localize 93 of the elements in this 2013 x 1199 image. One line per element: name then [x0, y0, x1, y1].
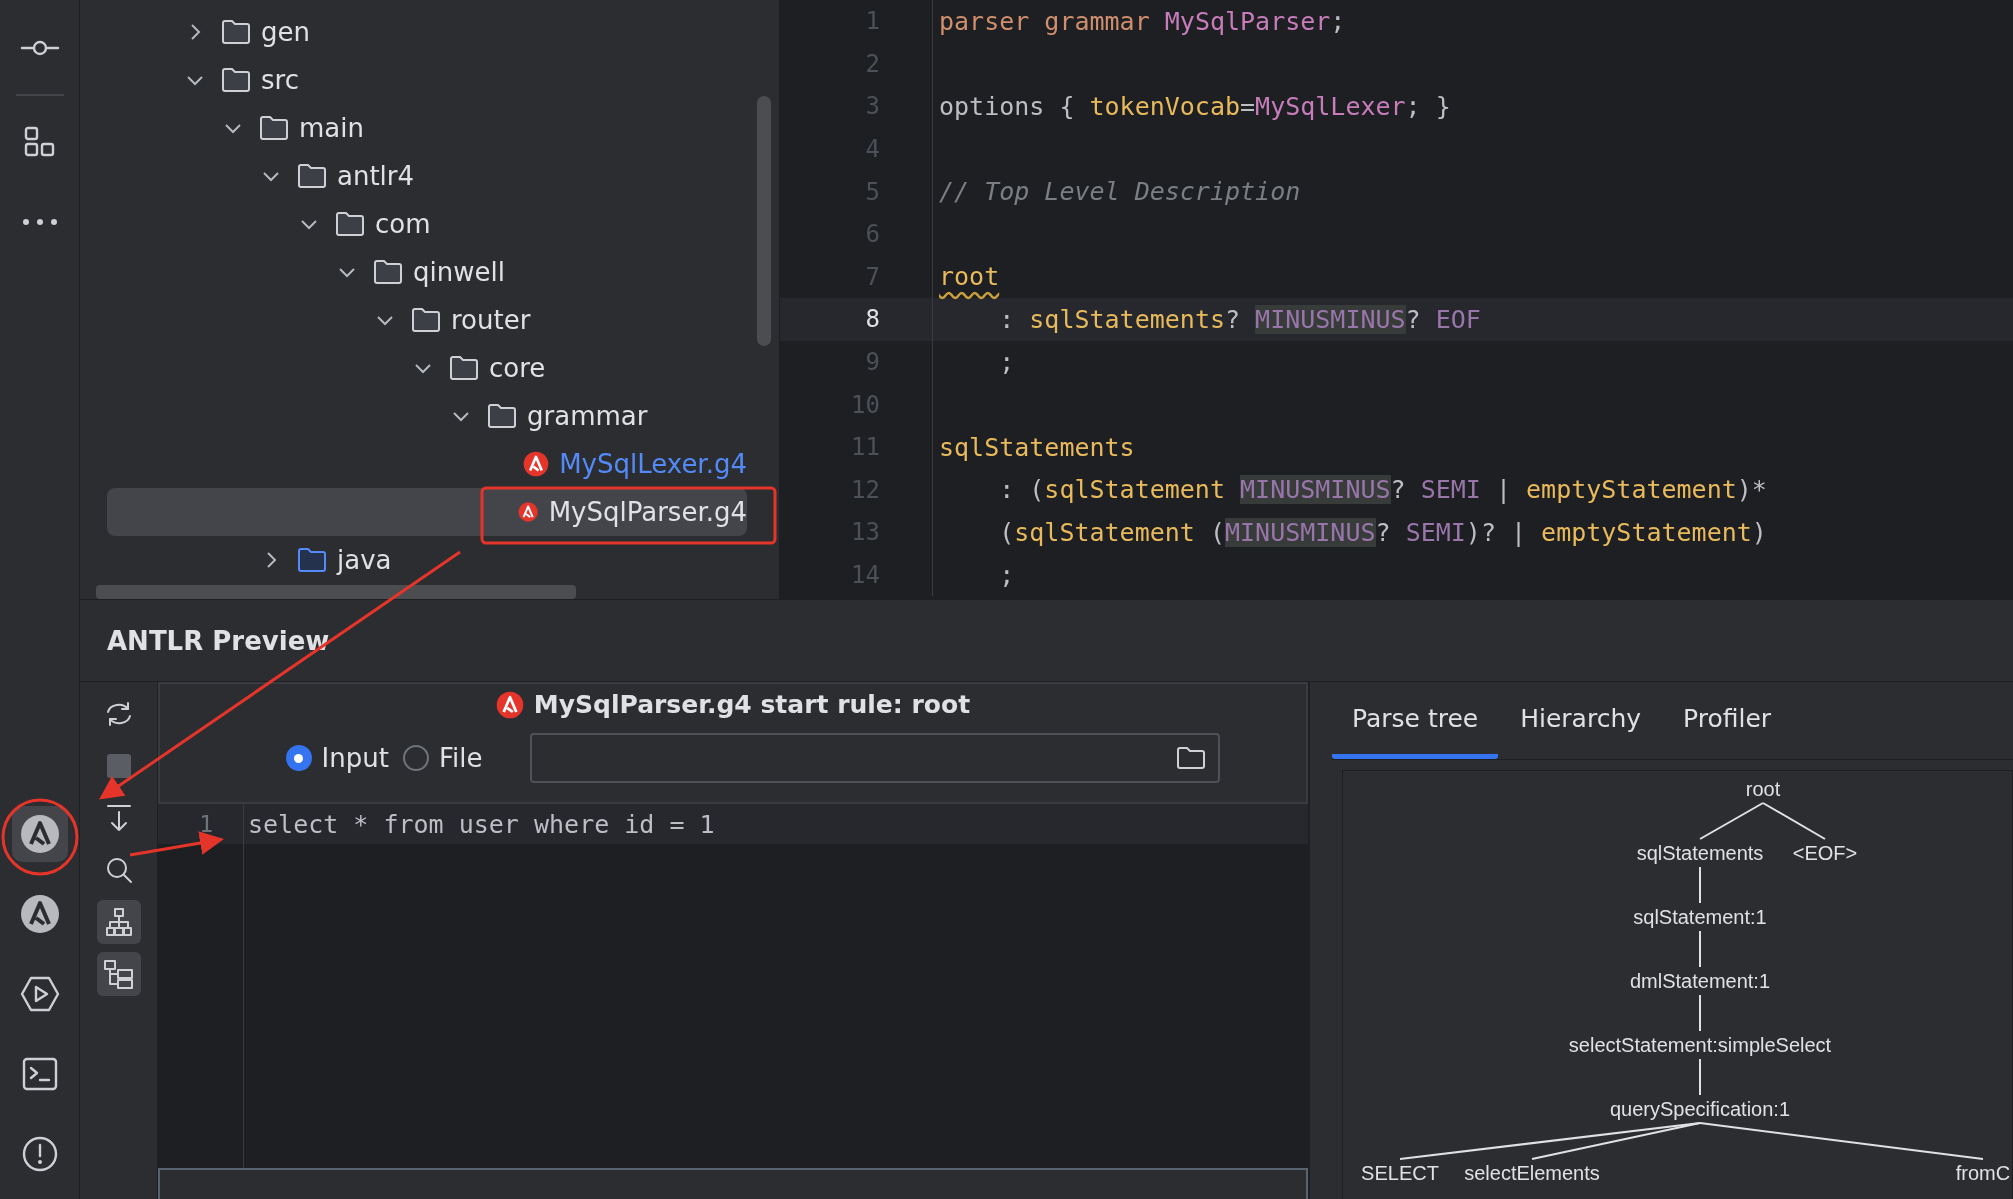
toolbar-button[interactable]	[96, 952, 141, 996]
folder-icon	[221, 67, 251, 93]
code-line: ;	[998, 560, 1015, 590]
tree-row[interactable]: antlr4	[107, 152, 747, 200]
terminal-icon	[21, 1057, 58, 1091]
code-line: : (sqlStatement MINUSMINUS? SEMI | emptyStatement)*	[998, 475, 1767, 505]
node-label: root	[1745, 778, 1781, 800]
tree-item-label: MySqlLexer.g4	[559, 449, 747, 479]
folder-icon	[373, 259, 403, 285]
commit-icon	[19, 38, 60, 58]
node-label: selectElements	[1464, 1162, 1600, 1184]
download-icon	[104, 803, 133, 833]
folder-icon	[259, 115, 289, 141]
node-label: sqlStatements	[1636, 842, 1764, 864]
antlr-file-icon	[495, 690, 524, 719]
start-rule-label: MySqlParser.g4 start rule: root	[533, 690, 971, 719]
path-field[interactable]	[530, 733, 1221, 783]
tree-row[interactable]: MySqlLexer.g4	[107, 440, 747, 488]
antlr-icon	[19, 894, 60, 934]
folder-icon	[335, 211, 365, 237]
code-line: root	[938, 262, 1000, 292]
tree-row[interactable]: router	[107, 296, 747, 344]
tree-item-label: MySqlParser.g4	[548, 497, 747, 527]
line-number: 1	[158, 804, 243, 844]
node-label: dmlStatement:1	[1629, 970, 1771, 992]
tree-edge	[1699, 930, 1701, 968]
run-icon	[19, 975, 60, 1013]
code-line: (sqlStatement (MINUSMINUS? SEMI)? | emptyStatement)	[998, 517, 1767, 547]
node-label: SELECT	[1361, 1162, 1439, 1184]
tree-edge	[1699, 866, 1701, 904]
folder-icon	[221, 19, 251, 45]
folder-icon	[449, 355, 479, 381]
node-label: <EOF>	[1792, 842, 1858, 864]
scrollbar[interactable]	[757, 96, 771, 346]
tree-row[interactable]: qinwell	[107, 248, 747, 296]
tree-item-label: java	[337, 545, 392, 575]
tree-item-label: qinwell	[413, 257, 505, 287]
tree-icon	[104, 907, 133, 937]
tool-window-button[interactable]	[11, 806, 68, 862]
tree-row[interactable]: MySqlParser.g4	[107, 488, 747, 536]
toolbar-button[interactable]	[96, 900, 141, 944]
tree-item-label: grammar	[527, 401, 648, 431]
warning-icon	[20, 1135, 59, 1173]
node-label: sqlStatement:1	[1633, 906, 1767, 928]
node-label: querySpecification:1	[1609, 1098, 1791, 1120]
tree-row[interactable]: src	[107, 56, 747, 104]
tree-row[interactable]: grammar	[107, 392, 747, 440]
folder-icon	[487, 403, 517, 429]
code-line: // Top Level Description	[938, 177, 1301, 207]
tree-row[interactable]: main	[107, 104, 747, 152]
more-icon	[21, 218, 58, 226]
tab[interactable]: Parse tree	[1332, 682, 1499, 759]
node-label: selectStatement:simpleSelect	[1568, 1034, 1832, 1056]
radio-option[interactable]: File	[402, 743, 483, 773]
tree-row[interactable]: core	[107, 344, 747, 392]
code-line: sqlStatements	[938, 432, 1135, 462]
scrollbar[interactable]	[96, 585, 576, 599]
tree-row[interactable]: com	[107, 200, 747, 248]
hierarchy-icon	[102, 959, 135, 989]
tree-row[interactable]: gen	[107, 8, 747, 56]
tree-edge	[1699, 802, 1764, 840]
node-label: fromC	[1955, 1162, 2011, 1184]
radio-option[interactable]: Input	[285, 743, 389, 773]
search-icon	[104, 856, 133, 884]
tree-edge	[1699, 994, 1701, 1032]
folder-icon	[297, 163, 327, 189]
code-line: parser grammar MySqlParser;	[938, 6, 1346, 36]
tree-edge	[1762, 802, 1826, 840]
folder-icon	[411, 307, 441, 333]
antlr-file-icon	[523, 450, 550, 478]
input-editor[interactable]: 1 select * from user where id = 1	[158, 804, 1308, 1168]
tab[interactable]: Profiler	[1663, 682, 1792, 759]
code-line: : sqlStatements? MINUSMINUS? EOF	[998, 304, 1481, 334]
tree-item-label: router	[451, 305, 531, 335]
tree-item-label: gen	[261, 17, 310, 47]
tree-edge	[1699, 1058, 1701, 1096]
code-line: options { tokenVocab=MySqlLexer; }	[938, 92, 1451, 121]
tree-item-label: com	[375, 209, 431, 239]
panel-title: ANTLR Preview	[107, 625, 330, 656]
input-text: select * from user where id = 1	[244, 804, 1308, 844]
code-line: ;	[998, 347, 1015, 377]
folder-icon	[297, 547, 327, 573]
tree-item-label: main	[299, 113, 364, 143]
line-number: 8	[780, 298, 933, 341]
folder-icon[interactable]	[1176, 746, 1207, 770]
structure-icon	[22, 125, 57, 159]
tree-row[interactable]: java	[107, 536, 747, 584]
tree-item-label: antlr4	[337, 161, 415, 191]
tree-item-label: src	[261, 65, 299, 95]
tree-item-label: core	[489, 353, 546, 383]
antlr-icon	[19, 814, 60, 854]
stop-icon	[105, 753, 132, 779]
tab[interactable]: Hierarchy	[1500, 682, 1662, 759]
